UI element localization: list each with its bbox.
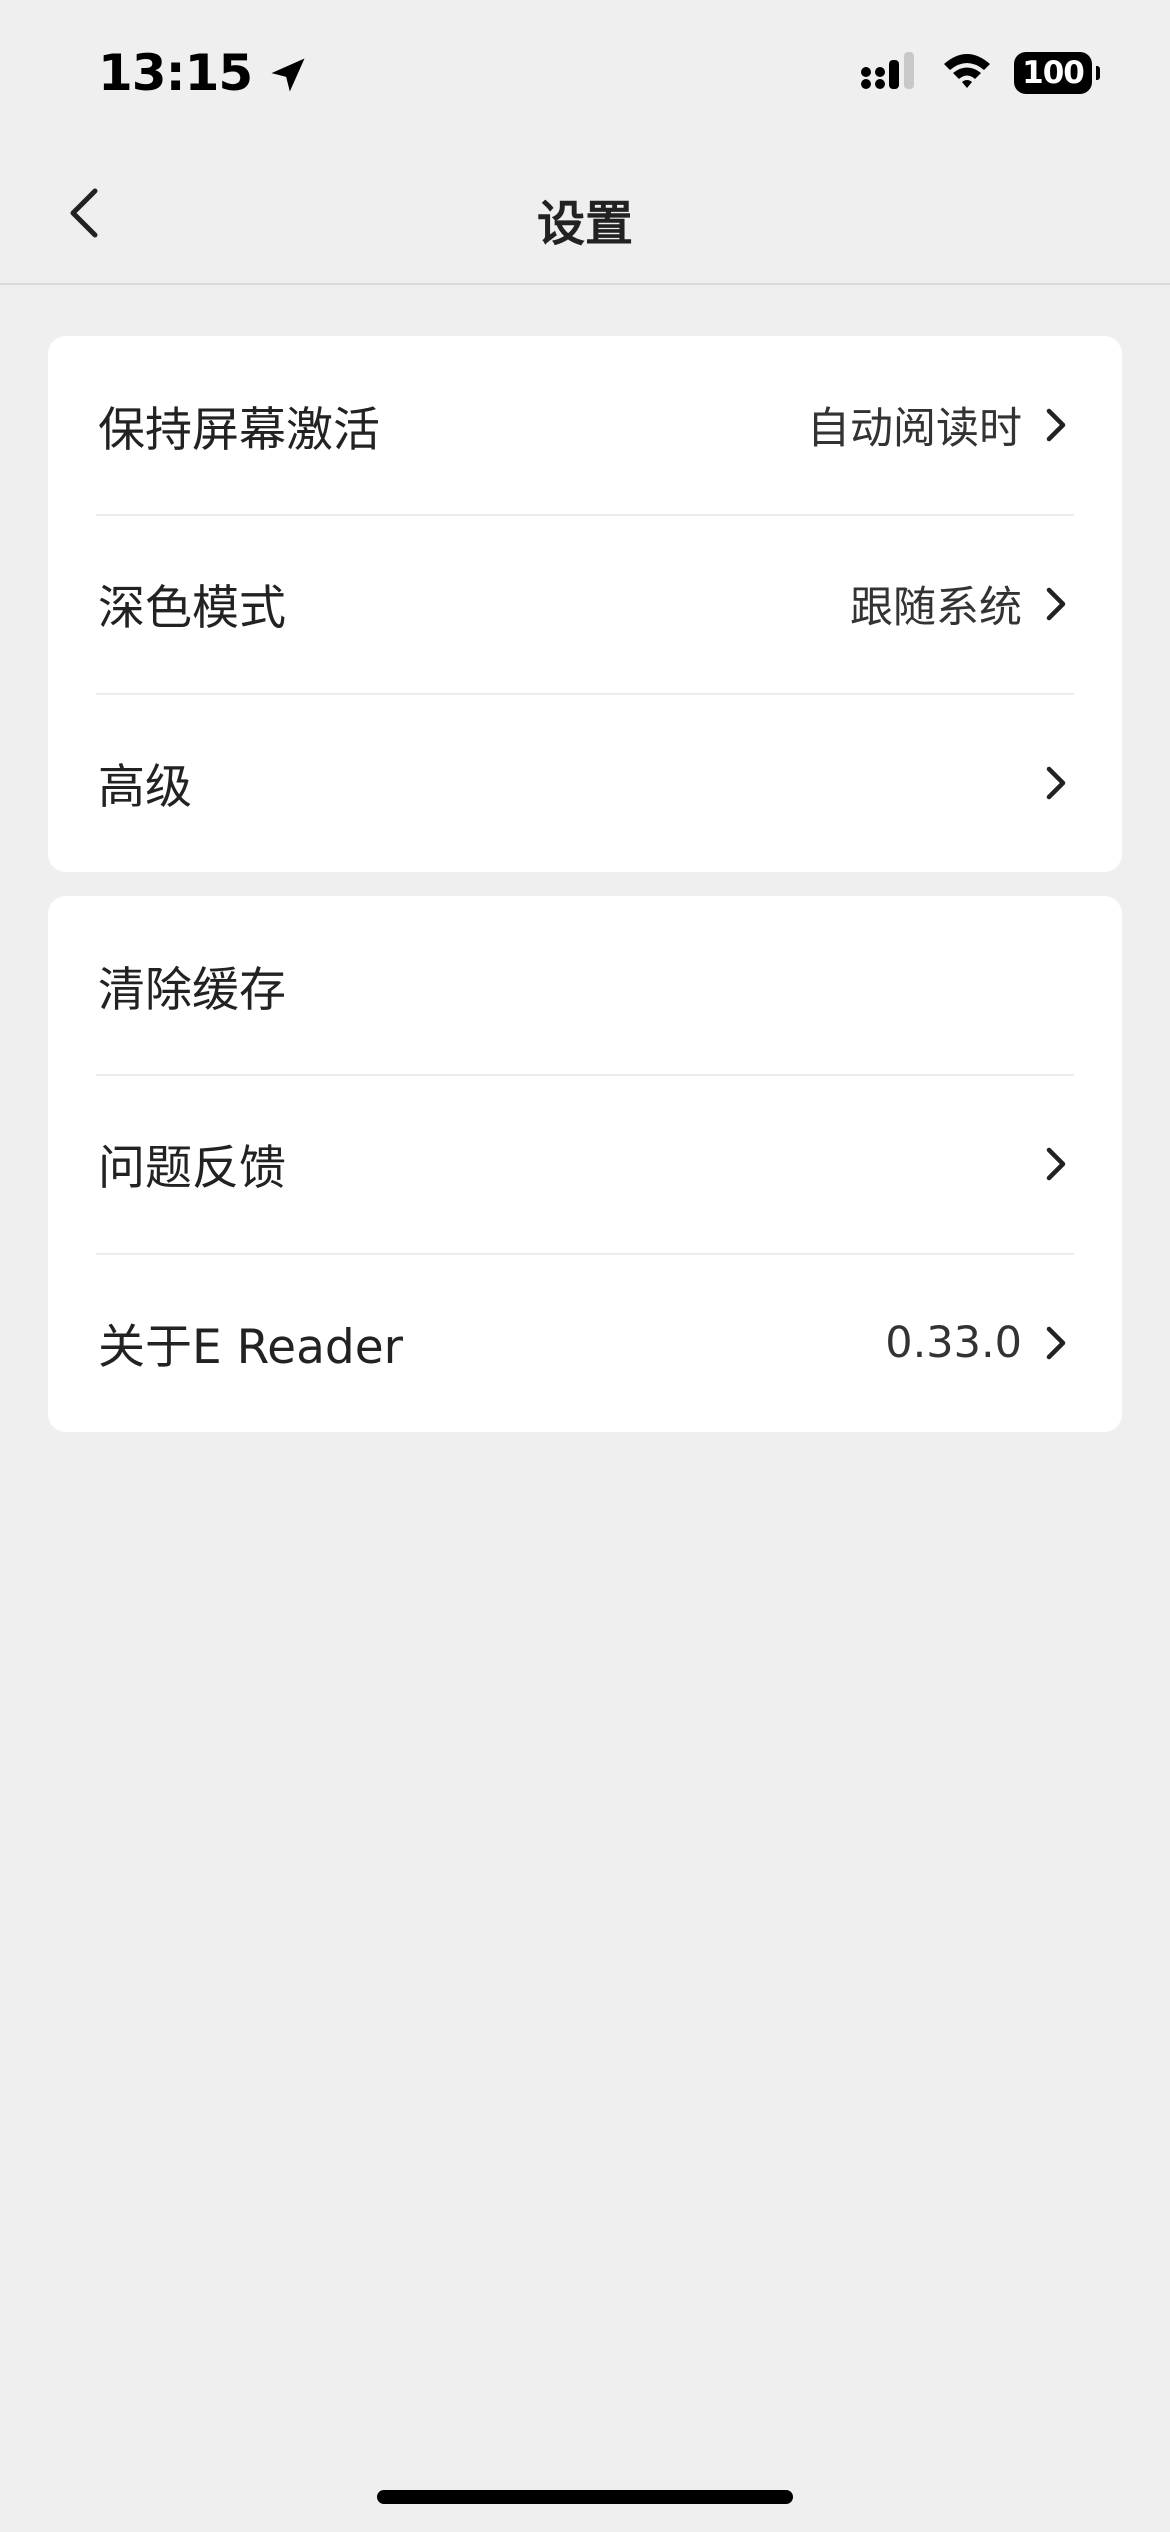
status-time: 13:15 [98,44,310,102]
chevron-right-icon [1040,584,1072,624]
chevron-right-icon [1040,763,1072,803]
setting-label: 深色模式 [98,581,286,636]
setting-value: 跟随系统 [850,582,1022,633]
app-version: 0.33.0 [885,1317,1022,1368]
time-text: 13:15 [98,44,253,102]
location-arrow-icon [266,51,310,95]
settings-group-general: 保持屏幕激活 自动阅读时 深色模式 跟随系统 高级 [48,336,1122,872]
nav-bar: 设置 [0,150,1170,285]
setting-row-feedback[interactable]: 问题反馈 [48,1074,1122,1253]
status-bar: 13:15 100 [0,0,1170,150]
setting-row-advanced[interactable]: 高级 [48,693,1122,872]
battery-icon: 100 [1014,52,1100,94]
chevron-right-icon [1040,1323,1072,1363]
chevron-right-icon [1040,405,1072,445]
setting-label: 问题反馈 [98,1141,286,1196]
battery-level: 100 [1022,55,1085,91]
page-title: 设置 [536,196,633,252]
setting-value: 自动阅读时 [807,404,1022,454]
setting-row-about[interactable]: 关于E Reader 0.33.0 [48,1253,1122,1432]
setting-label: 保持屏幕激活 [98,402,380,458]
wifi-icon [940,50,994,96]
chevron-right-icon [1040,1144,1072,1184]
cellular-signal-icon [860,50,920,96]
settings-group-misc: 清除缓存 问题反馈 关于E Reader 0.33.0 [48,896,1122,1432]
setting-label: 清除缓存 [98,962,286,1018]
setting-label: 关于E Reader [98,1320,403,1375]
setting-row-keep-screen-on[interactable]: 保持屏幕激活 自动阅读时 [48,336,1122,514]
status-indicators: 100 [860,50,1100,96]
home-indicator[interactable] [377,2490,793,2504]
setting-row-dark-mode[interactable]: 深色模式 跟随系统 [48,514,1122,693]
setting-row-clear-cache[interactable]: 清除缓存 [48,896,1122,1074]
setting-label: 高级 [98,760,192,815]
